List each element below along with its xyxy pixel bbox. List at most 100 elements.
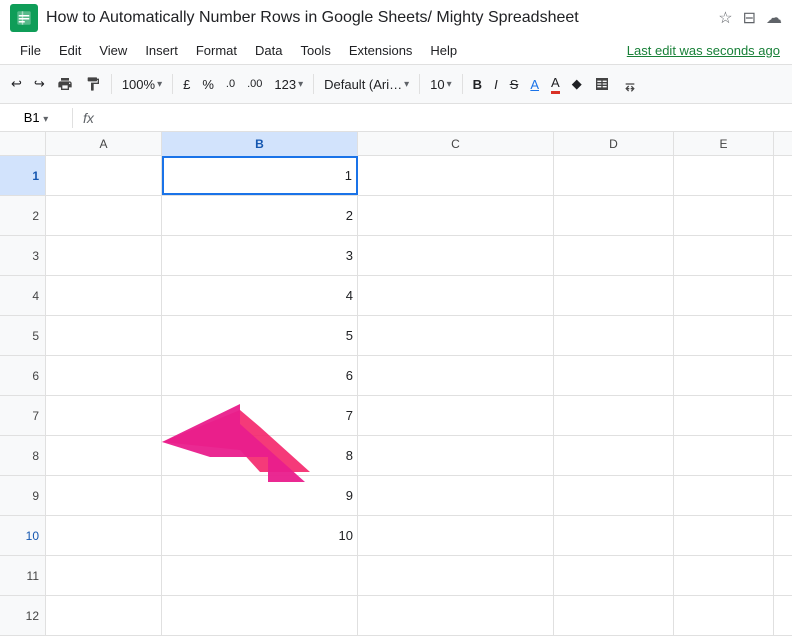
col-header-e[interactable]: E <box>674 132 774 156</box>
cell-b4[interactable]: 4 <box>162 276 358 315</box>
print-button[interactable] <box>52 72 78 96</box>
cell-b10[interactable]: 10 <box>162 516 358 555</box>
cell-d5[interactable] <box>554 316 674 355</box>
italic-button[interactable]: I <box>489 73 503 96</box>
cell-d2[interactable] <box>554 196 674 235</box>
formula-input[interactable] <box>104 110 786 125</box>
redo-button[interactable]: ↪ <box>29 72 50 96</box>
cell-c2[interactable] <box>358 196 554 235</box>
cell-b12[interactable] <box>162 596 358 635</box>
cell-b7[interactable]: 7 <box>162 396 358 435</box>
cell-b3[interactable]: 3 <box>162 236 358 275</box>
menu-tools[interactable]: Tools <box>292 40 338 61</box>
cell-b5[interactable]: 5 <box>162 316 358 355</box>
row-num-1[interactable]: 1 <box>0 156 46 195</box>
cell-a4[interactable] <box>46 276 162 315</box>
row-num-3[interactable]: 3 <box>0 236 46 275</box>
row-num-11[interactable]: 11 <box>0 556 46 595</box>
cell-d11[interactable] <box>554 556 674 595</box>
cell-d12[interactable] <box>554 596 674 635</box>
cell-c9[interactable] <box>358 476 554 515</box>
row-num-8[interactable]: 8 <box>0 436 46 475</box>
cell-a12[interactable] <box>46 596 162 635</box>
cell-e6[interactable] <box>674 356 774 395</box>
menu-format[interactable]: Format <box>188 40 245 61</box>
row-num-7[interactable]: 7 <box>0 396 46 435</box>
cell-a9[interactable] <box>46 476 162 515</box>
font-dropdown[interactable]: Default (Ari… ▾ <box>319 74 414 95</box>
col-header-c[interactable]: C <box>358 132 554 156</box>
cell-e10[interactable] <box>674 516 774 555</box>
menu-view[interactable]: View <box>91 40 135 61</box>
cell-b1[interactable]: 1 <box>162 156 358 195</box>
cell-e12[interactable] <box>674 596 774 635</box>
paint-format-button[interactable] <box>80 72 106 96</box>
merge-button[interactable] <box>617 72 643 96</box>
cell-c12[interactable] <box>358 596 554 635</box>
cell-e2[interactable] <box>674 196 774 235</box>
cell-c1[interactable] <box>358 156 554 195</box>
cell-reference[interactable]: B1 ▾ <box>6 110 66 125</box>
cell-a7[interactable] <box>46 396 162 435</box>
menu-help[interactable]: Help <box>422 40 465 61</box>
row-num-5[interactable]: 5 <box>0 316 46 355</box>
cell-e5[interactable] <box>674 316 774 355</box>
star-icon[interactable]: ☆ <box>718 8 732 28</box>
row-num-9[interactable]: 9 <box>0 476 46 515</box>
cell-c10[interactable] <box>358 516 554 555</box>
percent-button[interactable]: % <box>197 73 219 96</box>
cell-c4[interactable] <box>358 276 554 315</box>
row-num-6[interactable]: 6 <box>0 356 46 395</box>
cell-a10[interactable] <box>46 516 162 555</box>
minimize-icon[interactable]: ⊟ <box>743 8 756 28</box>
decimal0-button[interactable]: .0 <box>221 74 240 94</box>
cell-a11[interactable] <box>46 556 162 595</box>
cell-d4[interactable] <box>554 276 674 315</box>
cell-c3[interactable] <box>358 236 554 275</box>
borders-button[interactable] <box>589 72 615 96</box>
currency-button[interactable]: £ <box>178 73 195 96</box>
format-dropdown[interactable]: 123 ▾ <box>269 74 308 95</box>
cell-c5[interactable] <box>358 316 554 355</box>
undo-button[interactable]: ↩ <box>6 72 27 96</box>
cell-a5[interactable] <box>46 316 162 355</box>
cell-d10[interactable] <box>554 516 674 555</box>
cell-e7[interactable] <box>674 396 774 435</box>
last-edit-status[interactable]: Last edit was seconds ago <box>627 43 780 58</box>
cell-c11[interactable] <box>358 556 554 595</box>
cell-d8[interactable] <box>554 436 674 475</box>
cloud-icon[interactable]: ☁ <box>766 8 782 28</box>
cell-c7[interactable] <box>358 396 554 435</box>
cell-ref-arrow[interactable]: ▾ <box>43 114 48 125</box>
cell-d1[interactable] <box>554 156 674 195</box>
cell-a6[interactable] <box>46 356 162 395</box>
cell-e9[interactable] <box>674 476 774 515</box>
cell-d6[interactable] <box>554 356 674 395</box>
menu-file[interactable]: File <box>12 40 49 61</box>
cell-b6[interactable]: 6 <box>162 356 358 395</box>
row-num-10[interactable]: 10 <box>0 516 46 555</box>
cell-b8[interactable]: 8 <box>162 436 358 475</box>
cell-d3[interactable] <box>554 236 674 275</box>
cell-e1[interactable] <box>674 156 774 195</box>
row-num-2[interactable]: 2 <box>0 196 46 235</box>
cell-d9[interactable] <box>554 476 674 515</box>
row-num-12[interactable]: 12 <box>0 596 46 635</box>
cell-a3[interactable] <box>46 236 162 275</box>
cell-e8[interactable] <box>674 436 774 475</box>
decimal00-button[interactable]: .00 <box>242 74 267 94</box>
cell-a2[interactable] <box>46 196 162 235</box>
row-num-4[interactable]: 4 <box>0 276 46 315</box>
menu-data[interactable]: Data <box>247 40 290 61</box>
cell-a8[interactable] <box>46 436 162 475</box>
cell-c8[interactable] <box>358 436 554 475</box>
col-header-a[interactable]: A <box>46 132 162 156</box>
cell-e3[interactable] <box>674 236 774 275</box>
cell-a1[interactable] <box>46 156 162 195</box>
fontsize-dropdown[interactable]: 10 ▾ <box>425 74 457 95</box>
menu-extensions[interactable]: Extensions <box>341 40 421 61</box>
col-header-d[interactable]: D <box>554 132 674 156</box>
strikethrough-button[interactable]: S <box>505 73 524 96</box>
zoom-dropdown[interactable]: 100% ▾ <box>117 74 167 95</box>
cell-b9[interactable]: 9 <box>162 476 358 515</box>
